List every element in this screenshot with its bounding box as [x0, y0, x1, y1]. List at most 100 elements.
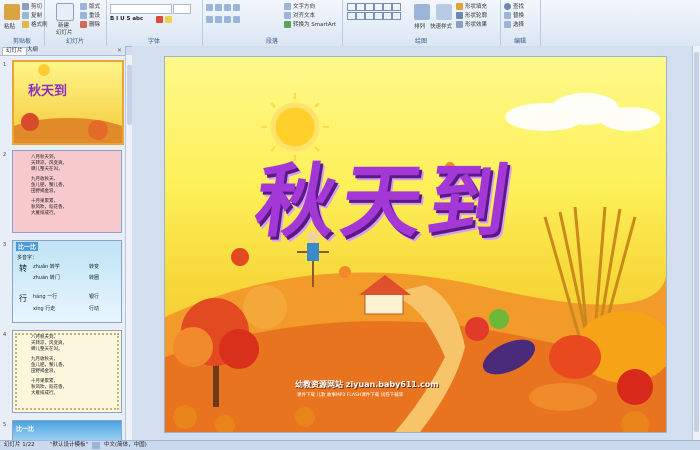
align-text-button[interactable]: 对齐文本 — [284, 11, 315, 19]
paste-label: 粘贴 — [4, 24, 16, 30]
clipboard-group-label: 剪贴板 — [12, 38, 31, 45]
slide-number: 3 — [3, 242, 7, 248]
paste-icon[interactable] — [4, 4, 20, 20]
editor-scroll-thumb[interactable] — [694, 52, 699, 432]
cut-label: 剪切 — [31, 4, 43, 10]
arrange-button[interactable]: 排列 — [414, 22, 425, 30]
quick-styles-label: 快速样式 — [430, 24, 453, 30]
shape-curve-icon[interactable] — [392, 3, 401, 11]
paragraph-group: 文字方向 对齐文本 转换为 SmartArt 段落 — [202, 0, 343, 46]
copy-label: 复制 — [31, 13, 43, 19]
shape-star-icon[interactable] — [356, 12, 365, 20]
slide-title[interactable]: 秋天到 — [249, 137, 523, 253]
slide-thumbnail-3[interactable]: 比一比 多音字： 转 zhuǎn 转学 转变 zhuàn 转门 转圈 行 hán… — [12, 240, 122, 323]
slide-number: 5 — [3, 422, 7, 428]
delete-icon — [80, 20, 87, 28]
slides-group-label: 幻灯片 — [65, 38, 84, 45]
shape-line-icon[interactable] — [356, 3, 365, 11]
align-center-icon — [215, 16, 222, 23]
shape-rounded-rect-icon[interactable] — [347, 12, 356, 20]
spellcheck-icon[interactable] — [92, 442, 100, 449]
shape-block-arrow-icon[interactable] — [374, 12, 383, 20]
thumb-3-sub: 多音字： — [17, 255, 38, 261]
layout-button[interactable]: 版式 — [80, 2, 100, 10]
smartart-label: 转换为 SmartArt — [293, 22, 337, 28]
poem-line: 蝉儿整天在叫， — [31, 167, 63, 172]
slide-thumbnail-5[interactable]: 比一比 — [12, 420, 122, 442]
text-direction-label: 文字方向 — [293, 4, 316, 10]
shape-more-icon[interactable] — [392, 12, 401, 20]
slide-thumbnail-2[interactable]: 八月秋天到， 天转凉，风变爽， 蝉儿整天在叫， 九月收秋天， 鱼儿肥，蟹儿香， … — [12, 150, 122, 233]
replace-button[interactable]: 替换 — [504, 11, 524, 19]
slides-panel: 幻灯片 大纲 × 1 秋天到 2 八月秋天到， 天转凉，风变爽， 蝉儿整天在叫，… — [0, 46, 126, 442]
shape-brace-icon[interactable] — [365, 12, 374, 20]
shape-oval-icon[interactable] — [374, 3, 383, 11]
close-icon[interactable]: × — [117, 47, 122, 54]
font-format-buttons[interactable]: B I U S abc — [110, 16, 143, 22]
shape-outline-label: 形状轮廓 — [465, 13, 488, 19]
new-slide-label-2: 幻灯片 — [56, 30, 73, 36]
font-color-button[interactable] — [156, 16, 172, 23]
select-icon — [504, 20, 511, 28]
shape-rectangle-icon[interactable] — [347, 3, 356, 11]
shape-effects-label: 形状效果 — [465, 22, 488, 28]
brush-icon — [22, 20, 29, 28]
slide-thumbnail-4[interactable]: 八月秋天到， 天转凉，风变爽， 蝉儿整天在叫， 九月收秋天， 鱼儿肥，蟹儿香， … — [12, 330, 122, 413]
shape-arrow-icon[interactable] — [365, 3, 374, 11]
new-slide-icon[interactable] — [56, 3, 74, 21]
align-buttons[interactable] — [206, 16, 240, 23]
numbering-icon — [215, 4, 222, 11]
highlight-icon — [165, 16, 172, 23]
shape-fill-button[interactable]: 形状填充 — [456, 2, 487, 10]
poem-line: 大雁排成行。 — [31, 211, 58, 216]
reset-icon — [80, 11, 87, 19]
thumb-3-row: háng 一行 — [33, 294, 58, 300]
text-direction-button[interactable]: 文字方向 — [284, 2, 315, 10]
font-name-combo[interactable] — [110, 4, 172, 14]
drawing-group: 排列 快速样式 形状填充 形状轮廓 形状效果 绘图 — [342, 0, 501, 46]
align-text-icon — [284, 11, 291, 19]
shape-outline-button[interactable]: 形状轮廓 — [456, 11, 487, 19]
cut-button[interactable]: 剪切 — [22, 2, 42, 10]
align-left-icon — [206, 16, 213, 23]
outline-icon — [456, 11, 463, 19]
thumb-3-row: 转变 — [89, 264, 100, 270]
shape-fill-label: 形状填充 — [465, 4, 488, 10]
shape-triangle-icon[interactable] — [383, 3, 392, 11]
thumb-1-title: 秋天到 — [28, 84, 68, 99]
delete-label: 删除 — [89, 22, 101, 28]
smartart-button[interactable]: 转换为 SmartArt — [284, 20, 336, 28]
quick-styles-icon[interactable] — [436, 4, 452, 20]
tab-slides[interactable]: 幻灯片 — [2, 47, 27, 55]
shape-callout-icon[interactable] — [383, 12, 392, 20]
thumb-4-text: 八月秋天到， 天转凉，风变爽， 蝉儿整天在叫， 九月收秋天， 鱼儿肥，蟹儿香， … — [31, 335, 67, 397]
copy-button[interactable]: 复制 — [22, 11, 42, 19]
new-slide-button-2[interactable]: 幻灯片 — [56, 28, 73, 36]
bullets-buttons[interactable] — [206, 4, 240, 11]
effects-icon — [456, 20, 463, 28]
current-slide[interactable]: 秋天到 幼教资源网站 ziyuan.baby611.com 课件下载 儿歌 故事… — [164, 56, 667, 433]
thumb-2-text: 八月秋天到， 天转凉，风变爽， 蝉儿整天在叫， 九月收秋天， 鱼儿肥，蟹儿香， … — [31, 155, 67, 217]
clipboard-group: 粘贴 剪切 复制 格式刷 剪贴板 — [0, 0, 48, 46]
paste-button[interactable]: 粘贴 — [4, 22, 15, 30]
reset-button[interactable]: 重设 — [80, 11, 100, 19]
slide-1-art — [14, 64, 122, 143]
slides-group: 新建 幻灯片 版式 重设 删除 幻灯片 — [44, 0, 107, 46]
scissors-icon — [22, 2, 29, 10]
copy-icon — [22, 11, 29, 19]
find-button[interactable]: 查找 — [504, 2, 524, 10]
align-text-label: 对齐文本 — [293, 13, 316, 19]
slide-watermark: 幼教资源网站 ziyuan.baby611.com — [295, 380, 439, 389]
select-button[interactable]: 选择 — [504, 20, 524, 28]
line-spacing-icon — [233, 4, 240, 11]
shape-effects-button[interactable]: 形状效果 — [456, 20, 487, 28]
arrange-icon[interactable] — [414, 4, 430, 20]
slide-thumbnail-1[interactable]: 秋天到 — [12, 60, 124, 145]
editor-scrollbar[interactable] — [692, 46, 700, 440]
align-right-icon — [224, 16, 231, 23]
select-label: 选择 — [513, 22, 525, 28]
font-size-combo[interactable] — [173, 4, 191, 14]
delete-button[interactable]: 删除 — [80, 20, 100, 28]
tab-outline[interactable]: 大纲 — [24, 47, 41, 54]
quick-styles-button[interactable]: 快速样式 — [430, 22, 452, 30]
